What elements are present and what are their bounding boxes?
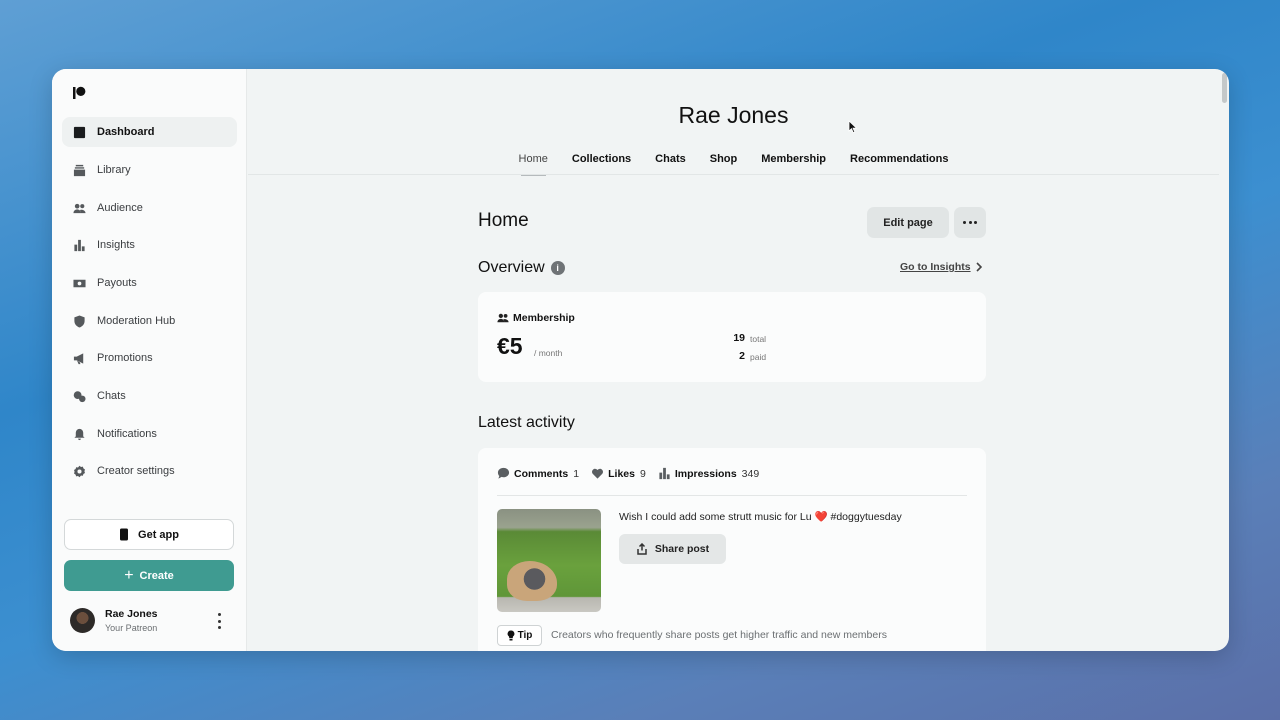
bar-chart-icon	[659, 467, 670, 480]
sidebar-item-audience[interactable]: Audience	[62, 193, 237, 223]
tab-membership[interactable]: Membership	[749, 153, 838, 175]
profile-subtitle: Your Patreon	[105, 623, 158, 633]
phone-icon	[120, 528, 129, 541]
scrollbar[interactable]	[1222, 73, 1227, 103]
page-title: Home	[478, 210, 529, 231]
membership-card: Membership €5 / month 19 total 2 paid	[478, 292, 986, 382]
patreon-logo-icon[interactable]	[72, 86, 86, 100]
sidebar-item-insights[interactable]: Insights	[62, 230, 237, 260]
activity-card: Comments 1 Likes 9 Impressions 349 Wish …	[478, 448, 986, 651]
post-caption[interactable]: Wish I could add some strutt music for L…	[619, 510, 902, 523]
dashboard-icon	[72, 125, 86, 139]
heart-emoji: ❤️	[814, 511, 828, 523]
mouse-cursor-icon	[848, 120, 858, 134]
membership-label: Membership	[497, 312, 575, 324]
sidebar-item-label: Insights	[97, 239, 135, 251]
info-icon[interactable]: i	[550, 261, 565, 275]
more-options-button[interactable]	[954, 207, 986, 238]
sidebar-item-creator-settings[interactable]: Creator settings	[62, 456, 237, 486]
shield-icon	[72, 314, 86, 328]
sidebar-item-moderation-hub[interactable]: Moderation Hub	[62, 306, 237, 336]
tip-badge: Tip	[497, 625, 542, 646]
tip-text: Creators who frequently share posts get …	[551, 629, 887, 641]
activity-divider	[497, 495, 967, 496]
payouts-icon	[72, 276, 86, 290]
megaphone-icon	[72, 351, 86, 365]
profile-name: Rae Jones	[105, 608, 158, 620]
sidebar-item-label: Audience	[97, 202, 143, 214]
paid-members-label: paid	[750, 352, 767, 362]
chat-icon	[72, 389, 86, 403]
sidebar-item-dashboard[interactable]: Dashboard	[62, 117, 237, 147]
membership-price: €5	[497, 333, 523, 359]
sidebar-item-library[interactable]: Library	[62, 155, 237, 185]
edit-page-button[interactable]: Edit page	[867, 207, 949, 238]
tab-collections[interactable]: Collections	[560, 153, 643, 175]
sidebar-item-label: Creator settings	[97, 465, 175, 477]
more-vertical-icon[interactable]	[216, 613, 222, 629]
heart-icon	[592, 468, 604, 479]
insights-icon	[72, 238, 86, 252]
more-horizontal-icon	[963, 221, 966, 224]
app-window: Dashboard Library Audience Insights Payo…	[52, 69, 1229, 651]
sidebar-item-notifications[interactable]: Notifications	[62, 419, 237, 449]
likes-stat[interactable]: Likes 9	[591, 467, 646, 480]
share-icon	[637, 543, 647, 555]
comment-icon	[497, 467, 510, 479]
sidebar: Dashboard Library Audience Insights Payo…	[52, 69, 247, 651]
sidebar-item-label: Moderation Hub	[97, 315, 176, 327]
chevron-right-icon	[976, 262, 982, 272]
total-members-value: 19	[733, 332, 745, 344]
lightbulb-icon	[507, 630, 514, 641]
comments-stat[interactable]: Comments 1	[497, 467, 579, 480]
tab-chats[interactable]: Chats	[643, 153, 698, 175]
members-icon	[497, 313, 509, 323]
sidebar-item-label: Chats	[97, 390, 126, 402]
sidebar-item-chats[interactable]: Chats	[62, 381, 237, 411]
gear-icon	[72, 464, 86, 478]
tabs-divider	[248, 174, 1219, 175]
sidebar-item-label: Notifications	[97, 428, 157, 440]
library-icon	[72, 163, 86, 177]
creator-name: Rae Jones	[678, 102, 789, 128]
go-to-insights-link[interactable]: Go to Insights	[900, 261, 982, 273]
tab-home[interactable]: Home	[507, 153, 560, 176]
create-button[interactable]: + Create	[64, 560, 234, 591]
main-content: Rae Jones Home Collections Chats Shop Me…	[248, 69, 1219, 651]
audience-icon	[72, 201, 86, 215]
sidebar-item-label: Dashboard	[97, 126, 155, 138]
membership-price-unit: / month	[534, 348, 563, 358]
sidebar-item-label: Library	[97, 164, 131, 176]
share-post-button[interactable]: Share post	[619, 534, 726, 564]
sidebar-item-promotions[interactable]: Promotions	[62, 343, 237, 373]
get-app-button[interactable]: Get app	[64, 519, 234, 550]
latest-activity-heading: Latest activity	[478, 414, 575, 431]
dog-photo	[507, 561, 557, 601]
page-tabs: Home Collections Chats Shop Membership R…	[248, 153, 1219, 176]
bell-icon	[72, 427, 86, 441]
paid-members-value: 2	[739, 350, 745, 362]
plus-icon: +	[124, 566, 134, 584]
sidebar-item-label: Payouts	[97, 277, 137, 289]
activity-stats: Comments 1 Likes 9 Impressions 349	[497, 467, 771, 480]
overview-heading: Overview i	[478, 259, 565, 277]
sidebar-item-payouts[interactable]: Payouts	[62, 268, 237, 298]
profile-switcher[interactable]: Rae Jones Your Patreon	[70, 607, 230, 635]
tab-shop[interactable]: Shop	[698, 153, 750, 175]
sidebar-item-label: Promotions	[97, 352, 153, 364]
avatar[interactable]	[70, 608, 95, 633]
impressions-stat[interactable]: Impressions 349	[658, 467, 759, 480]
tab-recommendations[interactable]: Recommendations	[838, 153, 960, 175]
post-thumbnail[interactable]	[497, 509, 601, 612]
total-members-label: total	[750, 334, 767, 344]
